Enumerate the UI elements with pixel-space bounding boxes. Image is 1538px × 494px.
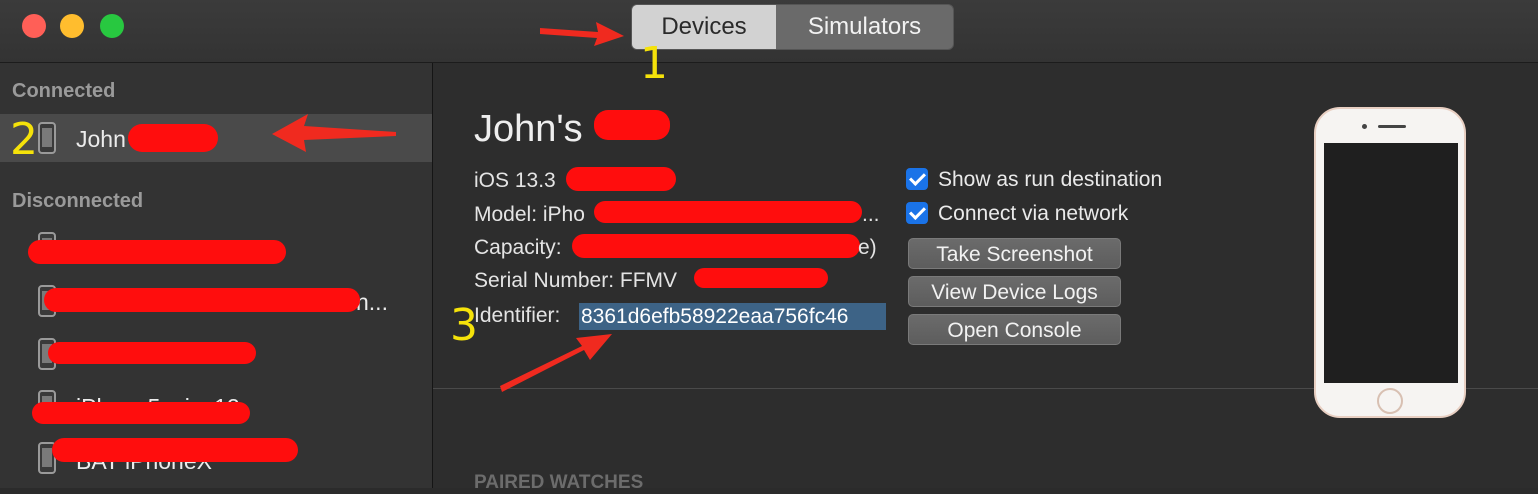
annotation-arrow-1-icon	[540, 22, 624, 46]
annotation-arrows	[272, 22, 624, 392]
annotation-arrow-2-icon	[272, 114, 396, 152]
annotation-arrow-3-icon	[500, 334, 612, 392]
